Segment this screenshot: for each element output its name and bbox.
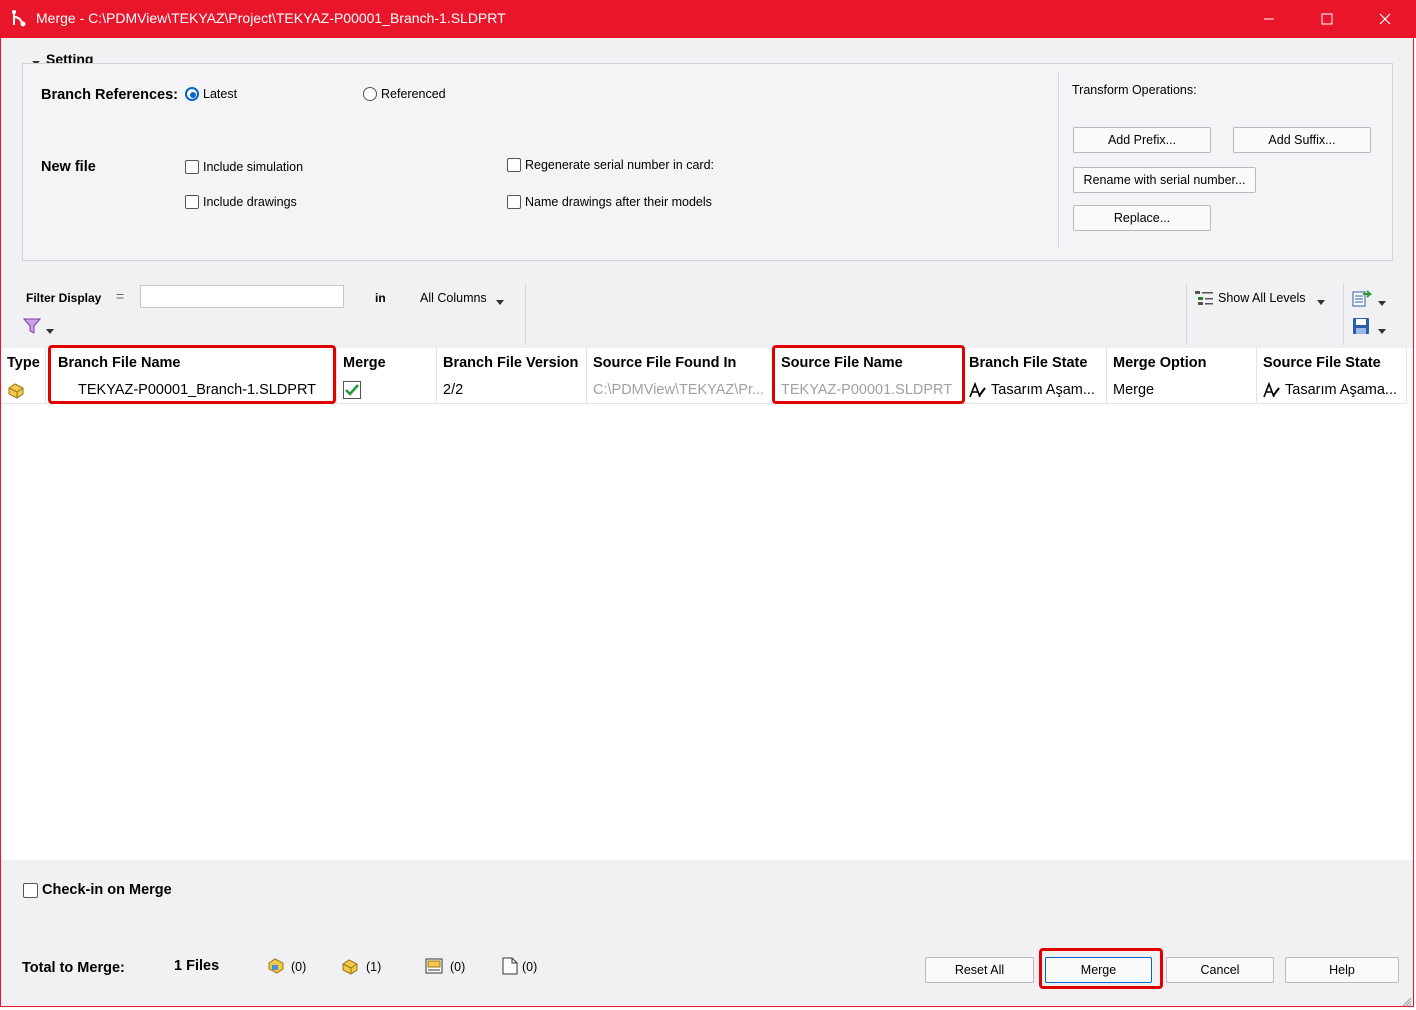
chevron-down-icon[interactable] [1317, 294, 1325, 309]
resize-grip-icon[interactable] [1402, 995, 1412, 1010]
highlight-merge-button [1039, 948, 1163, 989]
maximize-button[interactable] [1298, 0, 1356, 38]
include-drawings-checkbox[interactable] [185, 195, 199, 209]
column-header-source-file-state[interactable]: Source File State [1257, 348, 1407, 377]
column-header-branch-file-version[interactable]: Branch File Version [437, 348, 587, 377]
window-title: Merge - C:\PDMView\TEKYAZ\Project\TEKYAZ… [36, 10, 506, 26]
new-file-label: New file [41, 159, 96, 175]
cell-source-found-in: C:\PDMView\TEKYAZ\Pr... [587, 377, 775, 403]
cell-branch-file-version: 2/2 [437, 377, 587, 403]
filter-in-label: in [375, 291, 386, 305]
radio-latest[interactable] [185, 87, 199, 101]
source-file-state-text: Tasarım Aşama... [1285, 382, 1398, 398]
levels-tree-icon[interactable] [1195, 290, 1213, 309]
column-header-merge-option[interactable]: Merge Option [1107, 348, 1257, 377]
divider [1343, 283, 1344, 345]
filter-display-label: Filter Display [26, 291, 102, 305]
transform-operations-label: Transform Operations: [1072, 83, 1197, 97]
chevron-down-icon[interactable] [1378, 323, 1386, 338]
divider [525, 283, 526, 345]
highlight-branch-file-name [48, 345, 336, 404]
cell-source-file-state: Tasarım Aşama... [1257, 377, 1407, 403]
replace-button[interactable]: Replace... [1073, 205, 1211, 231]
columns-dropdown[interactable]: All Columns [420, 291, 487, 305]
column-header-type[interactable]: Type [1, 348, 46, 377]
include-drawings-label[interactable]: Include drawings [203, 195, 297, 209]
column-header-branch-file-state[interactable]: Branch File State [963, 348, 1107, 377]
workflow-state-icon [969, 382, 987, 398]
name-drawings-label[interactable]: Name drawings after their models [525, 195, 712, 209]
checkin-on-merge-checkbox[interactable] [23, 883, 38, 898]
checkin-on-merge-label[interactable]: Check-in on Merge [42, 882, 172, 898]
chevron-down-icon[interactable] [1378, 295, 1386, 310]
radio-referenced-label[interactable]: Referenced [381, 87, 446, 101]
regenerate-serial-checkbox[interactable] [507, 158, 521, 172]
cell-merge-option[interactable]: Merge [1107, 377, 1257, 403]
divider [1058, 72, 1059, 248]
document-icon [502, 957, 518, 978]
footer-panel [1, 860, 1413, 1006]
title-bar: Merge - C:\PDMView\TEKYAZ\Project\TEKYAZ… [0, 0, 1416, 38]
add-suffix-button[interactable]: Add Suffix... [1233, 127, 1371, 153]
chevron-down-icon[interactable] [496, 294, 504, 309]
filter-funnel-icon[interactable] [22, 317, 42, 338]
pdm-branch-icon [10, 9, 30, 32]
assembly-count: (0) [291, 960, 307, 974]
regenerate-serial-label[interactable]: Regenerate serial number in card: [525, 158, 714, 172]
column-header-merge[interactable]: Merge [337, 348, 437, 377]
total-files-count: 1 Files [174, 958, 220, 974]
reset-all-button[interactable]: Reset All [925, 957, 1034, 983]
cancel-button[interactable]: Cancel [1166, 957, 1274, 983]
part-icon [341, 957, 359, 978]
drawing-count: (0) [450, 960, 466, 974]
workflow-state-icon [1263, 382, 1281, 398]
part-count: (1) [366, 960, 382, 974]
branch-file-state-text: Tasarım Aşam... [991, 382, 1095, 398]
part-icon [1, 377, 46, 403]
assembly-icon [267, 957, 285, 978]
save-icon[interactable] [1352, 317, 1370, 338]
rename-serial-button[interactable]: Rename with serial number... [1073, 167, 1256, 193]
include-simulation-label[interactable]: Include simulation [203, 160, 303, 174]
drawing-icon [425, 957, 443, 978]
include-simulation-checkbox[interactable] [185, 160, 199, 174]
filter-input[interactable] [140, 285, 344, 308]
branch-references-label: Branch References: [41, 87, 178, 103]
show-levels-dropdown[interactable]: Show All Levels [1218, 291, 1306, 305]
add-prefix-button[interactable]: Add Prefix... [1073, 127, 1211, 153]
name-drawings-checkbox[interactable] [507, 195, 521, 209]
document-count: (0) [522, 960, 538, 974]
column-header-source-found-in[interactable]: Source File Found In [587, 348, 775, 377]
merge-checkbox[interactable] [337, 377, 437, 403]
radio-referenced[interactable] [363, 87, 377, 101]
minimize-button[interactable] [1240, 0, 1298, 38]
total-to-merge-label: Total to Merge: [22, 960, 125, 976]
divider [1186, 283, 1187, 345]
merge-table: Type Branch File Name Merge Branch File … [1, 345, 1413, 860]
help-button[interactable]: Help [1285, 957, 1399, 983]
radio-latest-label[interactable]: Latest [203, 87, 237, 101]
close-button[interactable] [1356, 0, 1414, 38]
chevron-down-icon[interactable] [46, 323, 54, 338]
export-icon[interactable] [1352, 289, 1373, 310]
filter-operator[interactable]: = [116, 288, 124, 304]
cell-branch-file-state: Tasarım Aşam... [963, 377, 1107, 403]
highlight-source-file-name [772, 345, 965, 404]
